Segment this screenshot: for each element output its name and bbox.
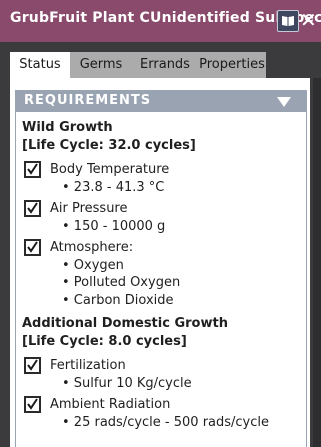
check-icon <box>27 241 38 253</box>
collapse-arrow-icon[interactable] <box>277 97 291 107</box>
req-ambient-radiation: Ambient Radiation <box>50 397 171 412</box>
close-button[interactable]: ✕ <box>300 0 321 42</box>
tab-germs[interactable]: Germs <box>70 52 132 78</box>
req-body-temperature-detail: • 23.8 - 41.3 °C <box>62 180 165 195</box>
req-atmosphere: Atmosphere: <box>50 240 134 255</box>
tab-errands[interactable]: Errands <box>132 52 198 78</box>
check-icon <box>27 202 38 214</box>
plant-details-window: GrubFruit Plant CUnidentified Subspec ✕ … <box>0 0 321 447</box>
status-panel: REQUIREMENTS Wild Growth [Life Cycle: 32… <box>10 78 310 447</box>
req-fertilization-detail: • Sulfur 10 Kg/cycle <box>62 376 192 391</box>
domestic-growth-heading: Additional Domestic Growth <box>22 316 228 331</box>
tab-status[interactable]: Status <box>10 52 70 78</box>
requirements-header[interactable]: REQUIREMENTS <box>16 91 306 112</box>
checkbox-atmosphere <box>24 239 41 256</box>
req-fertilization: Fertilization <box>50 358 126 373</box>
tab-bar-filler <box>266 52 321 78</box>
checkbox-air-pressure <box>24 200 41 217</box>
codex-button[interactable] <box>277 10 299 32</box>
checkbox-fertilization <box>24 357 41 374</box>
check-icon <box>27 163 38 175</box>
requirements-section: REQUIREMENTS Wild Growth [Life Cycle: 32… <box>15 90 307 447</box>
req-air-pressure-detail: • 150 - 10000 g <box>62 219 166 234</box>
req-ambient-radiation-detail: • 25 rads/cycle - 500 rads/cycle <box>62 415 270 430</box>
title-bar[interactable]: GrubFruit Plant CUnidentified Subspec ✕ <box>0 0 321 42</box>
tab-properties[interactable]: Properties <box>198 52 266 78</box>
req-atmosphere-detail: • Polluted Oxygen <box>62 275 181 290</box>
window-title: GrubFruit Plant CUnidentified Subspec <box>10 10 321 26</box>
req-atmosphere-detail: • Carbon Dioxide <box>62 293 174 308</box>
requirements-title: REQUIREMENTS <box>24 93 152 108</box>
req-body-temperature: Body Temperature <box>50 162 170 177</box>
wild-lifecycle: [Life Cycle: 32.0 cycles] <box>22 138 196 153</box>
book-icon <box>282 16 294 26</box>
domestic-lifecycle: [Life Cycle: 8.0 cycles] <box>22 334 187 349</box>
wild-growth-heading: Wild Growth <box>22 120 113 135</box>
checkbox-body-temperature <box>24 161 41 178</box>
scroll-track[interactable] <box>313 78 321 447</box>
checkbox-ambient-radiation <box>24 396 41 413</box>
check-icon <box>27 398 38 410</box>
tab-bar: Status Germs Errands Properties <box>0 52 321 78</box>
req-atmosphere-detail: • Oxygen <box>62 258 124 273</box>
check-icon <box>27 359 38 371</box>
req-air-pressure: Air Pressure <box>50 201 128 216</box>
